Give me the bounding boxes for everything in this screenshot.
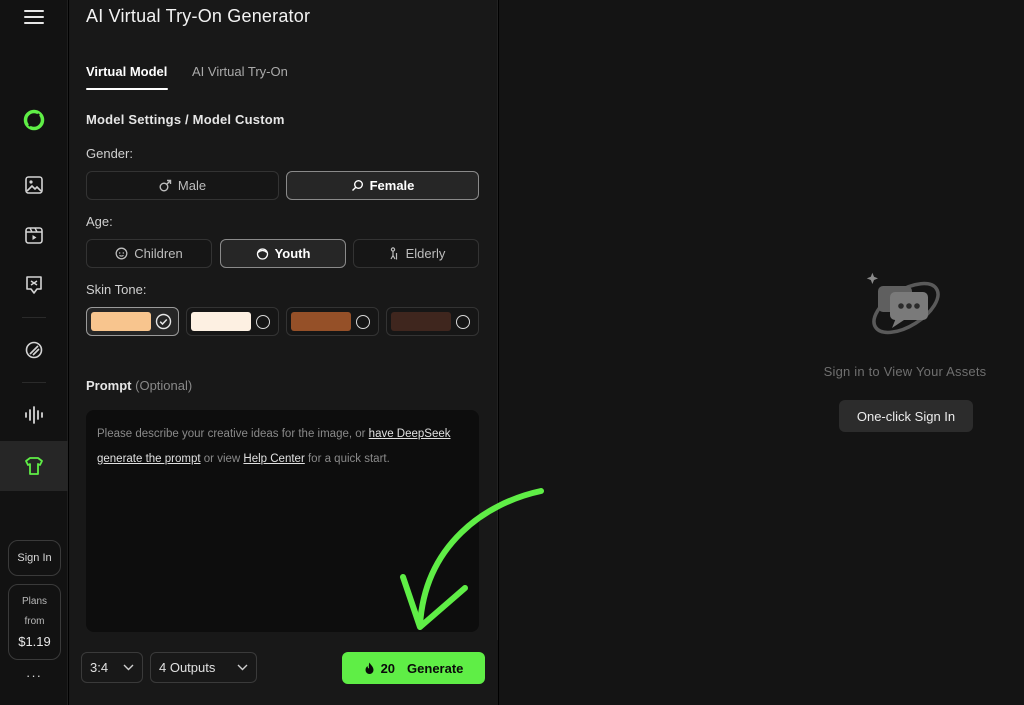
- section-title: Model Settings / Model Custom: [86, 112, 285, 127]
- tab-ai-virtual-try-on[interactable]: AI Virtual Try-On: [192, 64, 288, 79]
- skin-tone-swatch: [291, 312, 351, 331]
- male-icon: [159, 179, 172, 192]
- chat-bubbles-icon: [866, 272, 940, 335]
- skin-tone-swatch: [391, 312, 451, 331]
- age-children-option[interactable]: Children: [86, 239, 212, 268]
- skin-tone-option-4[interactable]: [386, 307, 479, 336]
- gender-label: Gender:: [86, 146, 133, 161]
- shirt-icon: [25, 457, 43, 475]
- sidebar: Sign In Plans from $1.19 ···: [0, 0, 68, 705]
- check-circle-icon: [155, 313, 172, 330]
- radio-circle-icon: [356, 315, 370, 329]
- empty-assets-text: Sign in to View Your Assets: [823, 364, 987, 379]
- outputs-select[interactable]: 4 Outputs: [150, 652, 257, 683]
- plans-card[interactable]: Plans from $1.19: [8, 584, 61, 660]
- skin-tone-label: Skin Tone:: [86, 282, 147, 297]
- tab-virtual-model[interactable]: Virtual Model: [86, 64, 167, 79]
- hamburger-icon: [24, 10, 44, 24]
- prompt-placeholder-2: or view: [200, 453, 244, 465]
- sidebar-sign-in-button[interactable]: Sign In: [8, 540, 61, 576]
- generator-panel: AI Virtual Try-On Generator Virtual Mode…: [69, 0, 498, 705]
- prompt-textarea[interactable]: Please describe your creative ideas for …: [86, 410, 479, 632]
- aspect-ratio-select[interactable]: 3:4: [81, 652, 143, 683]
- radio-circle-icon: [456, 315, 470, 329]
- sidebar-item-video[interactable]: [0, 210, 68, 260]
- credit-count: 20: [380, 660, 396, 676]
- chevron-down-icon: [237, 664, 248, 671]
- elderly-icon: [390, 247, 397, 260]
- gender-female-option[interactable]: Female: [286, 171, 479, 200]
- logo-icon: [23, 109, 45, 131]
- skin-tone-option-3[interactable]: [286, 307, 379, 336]
- sidebar-item-audio[interactable]: [0, 390, 68, 440]
- age-elderly-option[interactable]: Elderly: [353, 239, 479, 268]
- generate-label: Generate: [407, 660, 464, 676]
- tab-underline: [86, 88, 168, 90]
- image-icon: [25, 176, 43, 194]
- page-title: AI Virtual Try-On Generator: [86, 6, 311, 26]
- plans-line-2: from: [24, 616, 45, 627]
- prompt-placeholder-1: Please describe your creative ideas for …: [97, 428, 369, 440]
- skin-tone-swatch: [191, 312, 251, 331]
- skin-tone-option-2[interactable]: [186, 307, 279, 336]
- sidebar-item-edit[interactable]: [0, 325, 68, 375]
- skin-tone-swatch: [91, 312, 151, 331]
- chevron-down-icon: [123, 664, 134, 671]
- hint-icon: [26, 276, 42, 294]
- prompt-optional-tag: (Optional): [135, 378, 193, 393]
- plans-price: $1.19: [18, 634, 51, 649]
- sidebar-item-try-on[interactable]: [0, 441, 68, 491]
- generate-button[interactable]: 20 Generate: [342, 652, 485, 684]
- prompt-label: Prompt (Optional): [86, 378, 193, 393]
- age-youth-option[interactable]: Youth: [220, 239, 346, 268]
- more-icon[interactable]: ···: [0, 668, 68, 683]
- age-label: Age:: [86, 214, 113, 229]
- female-icon: [351, 180, 363, 191]
- prompt-placeholder-3: for a quick start.: [304, 453, 390, 465]
- sidebar-item-image[interactable]: [0, 160, 68, 210]
- video-icon: [25, 227, 43, 244]
- audio-wave-icon: [25, 406, 43, 424]
- assets-area: [499, 0, 1024, 705]
- plans-line-1: Plans: [21, 596, 47, 607]
- menu-button[interactable]: [0, 0, 68, 42]
- sidebar-item-tools[interactable]: [0, 260, 68, 310]
- radio-circle-icon: [256, 315, 270, 329]
- gender-male-option[interactable]: Male: [86, 171, 279, 200]
- flame-icon: [365, 662, 374, 674]
- sidebar-item-home[interactable]: [0, 95, 68, 145]
- one-click-sign-in-button[interactable]: One-click Sign In: [839, 400, 973, 432]
- skin-tone-option-1[interactable]: [86, 307, 179, 336]
- child-face-icon: [115, 247, 128, 260]
- help-center-link[interactable]: Help Center: [243, 453, 304, 465]
- youth-face-icon: [256, 248, 268, 260]
- magic-brush-icon: [25, 341, 43, 359]
